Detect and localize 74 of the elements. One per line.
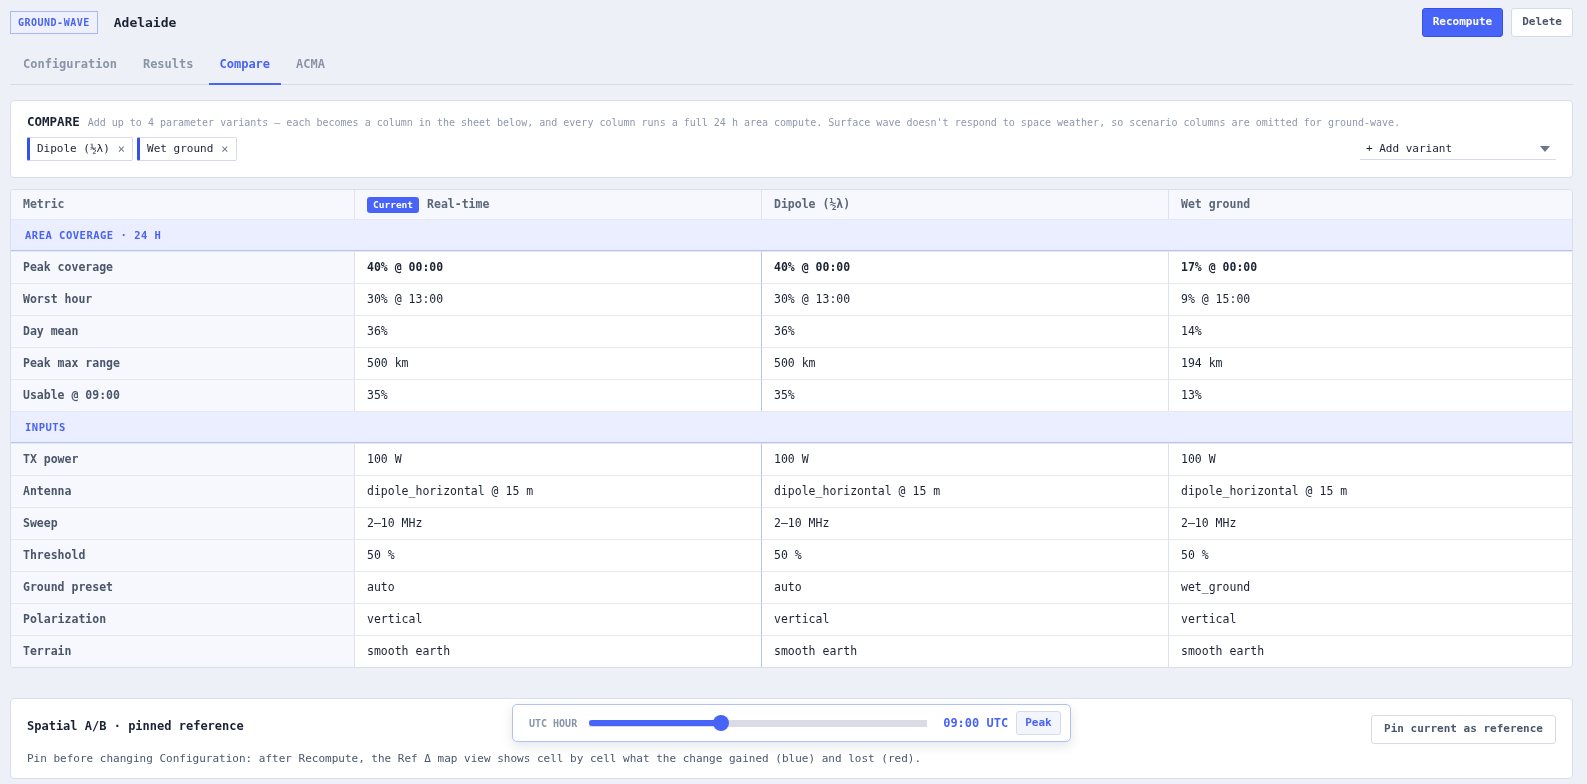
table-cell: 100 W: [354, 443, 761, 476]
table-cell: vertical: [354, 603, 761, 636]
remove-button[interactable]: ×: [117, 140, 126, 159]
table-cell: 2–10 MHz: [1168, 507, 1572, 540]
table-cell: 40% @ 00:00: [761, 251, 1168, 284]
table-cell: smooth earth: [1168, 635, 1572, 668]
column-header: Real-time: [427, 196, 490, 214]
table-cell: auto: [354, 571, 761, 604]
column-header: Wet ground: [1168, 190, 1572, 220]
metric-cell: Threshold: [11, 539, 354, 572]
recompute-button[interactable]: Recompute: [1421, 8, 1504, 37]
table-cell: 50 %: [354, 539, 761, 572]
metric-cell: Peak max range: [11, 347, 354, 380]
table-cell: 100 W: [761, 443, 1168, 476]
slider-thumb[interactable]: [713, 715, 729, 731]
table-cell: 36%: [354, 315, 761, 348]
table-cell: 50 %: [761, 539, 1168, 572]
caret-icon: [1540, 145, 1550, 152]
column-header: Metric: [11, 190, 354, 220]
table-cell: 100 W: [1168, 443, 1572, 476]
peak-button[interactable]: Peak: [1016, 710, 1061, 736]
tab[interactable]: Configuration: [12, 46, 128, 85]
variant-label: Dipole (½λ): [37, 141, 110, 157]
table-cell: smooth earth: [761, 635, 1168, 668]
variant-label: Wet ground: [147, 141, 214, 157]
table-cell: 500 km: [761, 347, 1168, 380]
metric-cell: Antenna: [11, 475, 354, 508]
slider-label: UTC HOUR: [529, 716, 578, 731]
metric-cell: Worst hour: [11, 283, 354, 316]
table-cell: 17% @ 00:00: [1168, 251, 1572, 284]
table-cell: smooth earth: [354, 635, 761, 668]
metric-cell: Sweep: [11, 507, 354, 540]
table-cell: vertical: [1168, 603, 1572, 636]
metric-cell: Peak coverage: [11, 251, 354, 284]
table-cell: 500 km: [354, 347, 761, 380]
table-cell: 14%: [1168, 315, 1572, 348]
current-badge: Current: [367, 196, 420, 213]
tab[interactable]: Compare: [208, 46, 282, 85]
metric-cell: TX power: [11, 443, 354, 476]
metric-cell: Ground preset: [11, 571, 354, 604]
table-cell: dipole_horizontal @ 15 m: [1168, 475, 1572, 508]
page-title: Adelaide: [113, 13, 177, 32]
section-description: Pin before changing Configuration: after Recompute, the Ref Δ map view shows cell by cell what the change gained (blue) and lost (red).: [27, 751, 922, 768]
time-reading: 09:00 UTC: [943, 715, 1009, 732]
tab[interactable]: ACMA: [285, 46, 336, 85]
mode-badge: GROUND-WAVE: [10, 10, 98, 34]
table-cell: 9% @ 15:00: [1168, 283, 1572, 316]
metric-cell: Usable @ 09:00: [11, 379, 354, 412]
table-cell: 2–10 MHz: [761, 507, 1168, 540]
section-title: COMPARE: [27, 112, 80, 131]
section-header: INPUTS: [11, 411, 1572, 444]
table-cell: auto: [761, 571, 1168, 604]
table-cell: 30% @ 13:00: [761, 283, 1168, 316]
pin-reference-button[interactable]: Pin current as reference: [1371, 715, 1556, 744]
remove-button[interactable]: ×: [221, 140, 229, 159]
table-cell: 36%: [761, 315, 1168, 348]
section-description: Add up to 4 parameter variants — each becomes a column in the sheet below, and every column runs a full 24 h area compute. Surface wave doesn't respond to space weather, so scenario columns are omitted for ground-wave.: [87, 115, 1401, 130]
table-cell: 2–10 MHz: [354, 507, 761, 540]
table-cell: 40% @ 00:00: [354, 251, 761, 284]
column-header: Dipole (½λ): [761, 190, 1168, 220]
table-cell: vertical: [761, 603, 1168, 636]
table-cell: dipole_horizontal @ 15 m: [354, 475, 761, 508]
table-cell: dipole_horizontal @ 15 m: [761, 475, 1168, 508]
metric-cell: Terrain: [11, 635, 354, 668]
section-title: Spatial A/B · pinned reference: [27, 718, 244, 736]
tab[interactable]: Results: [131, 46, 205, 85]
metric-cell: Polarization: [11, 603, 354, 636]
metric-cell: Day mean: [11, 315, 354, 348]
section-header: AREA COVERAGE · 24 H: [11, 219, 1572, 252]
table-cell: 50 %: [1168, 539, 1572, 572]
table-cell: 30% @ 13:00: [354, 283, 761, 316]
delete-button[interactable]: Delete: [1511, 8, 1573, 37]
table-cell: 194 km: [1168, 347, 1572, 380]
table-cell: wet_ground: [1168, 571, 1572, 604]
